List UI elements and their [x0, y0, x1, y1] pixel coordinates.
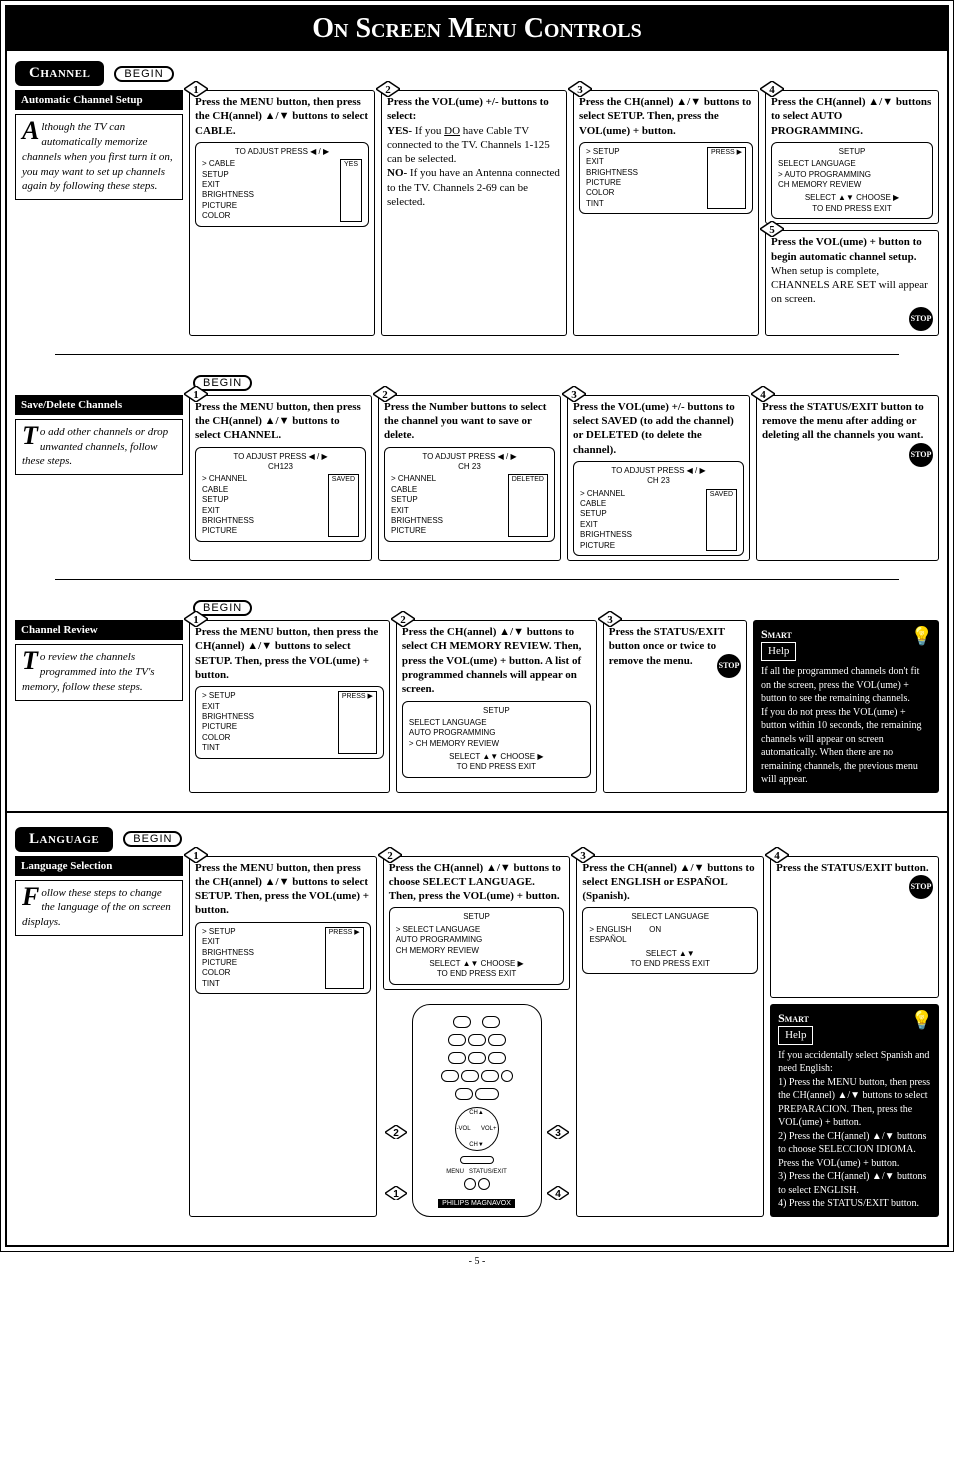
step-diamond-icon: 3: [571, 847, 595, 863]
pointer-4-icon: 4: [547, 1186, 569, 1202]
osd-box: TO ADJUST PRESS ◀ / ▶ > CABLE SETUP EXIT…: [195, 142, 369, 227]
lightbulb-icon: 💡: [911, 624, 933, 648]
desc-language: Follow these steps to change the languag…: [15, 880, 183, 937]
lightbulb-icon: 💡: [911, 1008, 933, 1032]
step-diamond-icon: 1: [184, 386, 208, 402]
philips-logo: PHILIPS MAGNAVOX: [438, 1199, 515, 1208]
step-diamond-icon: 3: [562, 386, 586, 402]
desc-review: To review the channels programmed into t…: [15, 644, 183, 701]
begin-badge: BEGIN: [114, 66, 173, 82]
smart-help: 💡 Smart Help If all the programmed chann…: [753, 620, 939, 793]
svg-text:4: 4: [760, 389, 766, 401]
osd-box: SETUP SELECT LANGUAGE > AUTO PROGRAMMING…: [771, 142, 933, 219]
svg-text:2: 2: [387, 850, 393, 862]
page-title: On Screen Menu Controls: [7, 7, 947, 51]
step-diamond-icon: 5: [760, 221, 784, 237]
osd-box: TO ADJUST PRESS ◀ / ▶ CH123 > CHANNEL CA…: [195, 447, 366, 542]
heading-save: Save/Delete Channels: [15, 395, 183, 415]
stop-badge: STOP: [909, 443, 933, 467]
svg-text:1: 1: [193, 850, 199, 862]
svg-text:3: 3: [571, 389, 577, 401]
svg-text:4: 4: [769, 84, 775, 96]
remote-diagram: CH▲ CH▼ -VOL VOL+ MENU STATUS/EXIT PHILI…: [412, 1004, 542, 1217]
step-diamond-icon: 4: [765, 847, 789, 863]
pointer-1-icon: 1: [385, 1186, 407, 1202]
svg-text:5: 5: [769, 224, 775, 236]
heading-language: Language Selection: [15, 856, 183, 876]
svg-text:2: 2: [393, 1128, 399, 1139]
osd-box: SETUP > SELECT LANGUAGE AUTO PROGRAMMING…: [389, 907, 565, 984]
svg-text:1: 1: [193, 389, 199, 401]
begin-badge: BEGIN: [123, 831, 182, 847]
svg-text:2: 2: [385, 84, 391, 96]
svg-text:3: 3: [555, 1128, 561, 1139]
tab-language: Language: [15, 827, 113, 852]
heading-review: Channel Review: [15, 620, 183, 640]
svg-text:1: 1: [393, 1189, 399, 1200]
smart-help-language: 💡 Smart Help If you accidentally select …: [770, 1004, 939, 1217]
svg-text:4: 4: [555, 1189, 561, 1200]
auto-step-3: 3 Press the CH(annel) ▲/▼ buttons to sel…: [573, 90, 759, 336]
svg-text:4: 4: [774, 850, 780, 862]
review-step-3: 3 Press the STATUS/EXIT button once or t…: [603, 620, 747, 793]
step-diamond-icon: 1: [184, 847, 208, 863]
step-diamond-icon: 3: [568, 81, 592, 97]
dpad-icon: CH▲ CH▼ -VOL VOL+: [455, 1107, 499, 1151]
svg-text:2: 2: [400, 614, 406, 626]
auto-step-2: 2 Press the VOL(ume) +/- buttons to sele…: [381, 90, 567, 336]
svg-text:3: 3: [577, 84, 583, 96]
pointer-3-icon: 3: [547, 1125, 569, 1141]
save-step-2: 2 Press the Number buttons to select the…: [378, 395, 561, 561]
step-diamond-icon: 4: [760, 81, 784, 97]
divider-icon: [55, 354, 899, 355]
osd-box: > SETUP EXIT BRIGHTNESS PICTURE COLOR TI…: [579, 142, 753, 214]
svg-text:3: 3: [581, 850, 587, 862]
stop-badge: STOP: [909, 875, 933, 899]
lang-step-4: 4 Press the STATUS/EXIT button. STOP: [770, 856, 939, 998]
osd-box: SETUP SELECT LANGUAGE AUTO PROGRAMMING >…: [402, 701, 591, 778]
stop-badge: STOP: [717, 654, 741, 678]
lang-step-1: 1 Press the MENU button, then press the …: [189, 856, 377, 1217]
review-step-1: 1 Press the MENU button, then press the …: [189, 620, 390, 793]
desc-auto: Although the TV can automatically memori…: [15, 114, 183, 200]
pointer-2-icon: 2: [385, 1125, 407, 1141]
auto-step-4: 4 Press the CH(annel) ▲/▼ buttons to sel…: [765, 90, 939, 224]
save-step-3: 3 Press the VOL(ume) +/- buttons to sele…: [567, 395, 750, 561]
auto-step-1: 1 Press the MENU button, then press the …: [189, 90, 375, 336]
stop-badge: STOP: [909, 307, 933, 331]
osd-box: > SETUP EXIT BRIGHTNESS PICTURE COLOR TI…: [195, 922, 371, 994]
heading-auto: Automatic Channel Setup: [15, 90, 183, 110]
review-step-2: 2 Press the CH(annel) ▲/▼ buttons to sel…: [396, 620, 597, 793]
save-step-4: 4 Press the STATUS/EXIT button to remove…: [756, 395, 939, 561]
step-diamond-icon: 1: [184, 611, 208, 627]
osd-box: TO ADJUST PRESS ◀ / ▶ CH 23 > CHANNEL CA…: [384, 447, 555, 542]
step-diamond-icon: 2: [376, 81, 400, 97]
desc-save: To add other channels or drop unwanted c…: [15, 419, 183, 476]
svg-text:1: 1: [193, 84, 199, 96]
step-diamond-icon: 2: [391, 611, 415, 627]
lang-step-3: 3 Press the CH(annel) ▲/▼ buttons to sel…: [576, 856, 764, 1217]
page-number: - 5 -: [0, 1252, 954, 1271]
save-step-1: 1 Press the MENU button, then press the …: [189, 395, 372, 561]
auto-step-5: 5 Press the VOL(ume) + button to begin a…: [765, 230, 939, 335]
svg-text:1: 1: [193, 614, 199, 626]
step-diamond-icon: 2: [378, 847, 402, 863]
svg-text:2: 2: [382, 389, 388, 401]
divider-icon: [55, 579, 899, 580]
osd-box: TO ADJUST PRESS ◀ / ▶ CH 23 > CHANNEL CA…: [573, 461, 744, 556]
osd-box: SELECT LANGUAGE > ENGLISH ON ESPAÑOL SEL…: [582, 907, 758, 974]
step-diamond-icon: 1: [184, 81, 208, 97]
tab-channel: Channel: [15, 61, 104, 86]
lang-step-2: 2 Press the CH(annel) ▲/▼ buttons to cho…: [383, 856, 571, 990]
svg-text:3: 3: [607, 614, 613, 626]
step-diamond-icon: 4: [751, 386, 775, 402]
step-diamond-icon: 2: [373, 386, 397, 402]
step-diamond-icon: 3: [598, 611, 622, 627]
osd-box: > SETUP EXIT BRIGHTNESS PICTURE COLOR TI…: [195, 686, 384, 758]
